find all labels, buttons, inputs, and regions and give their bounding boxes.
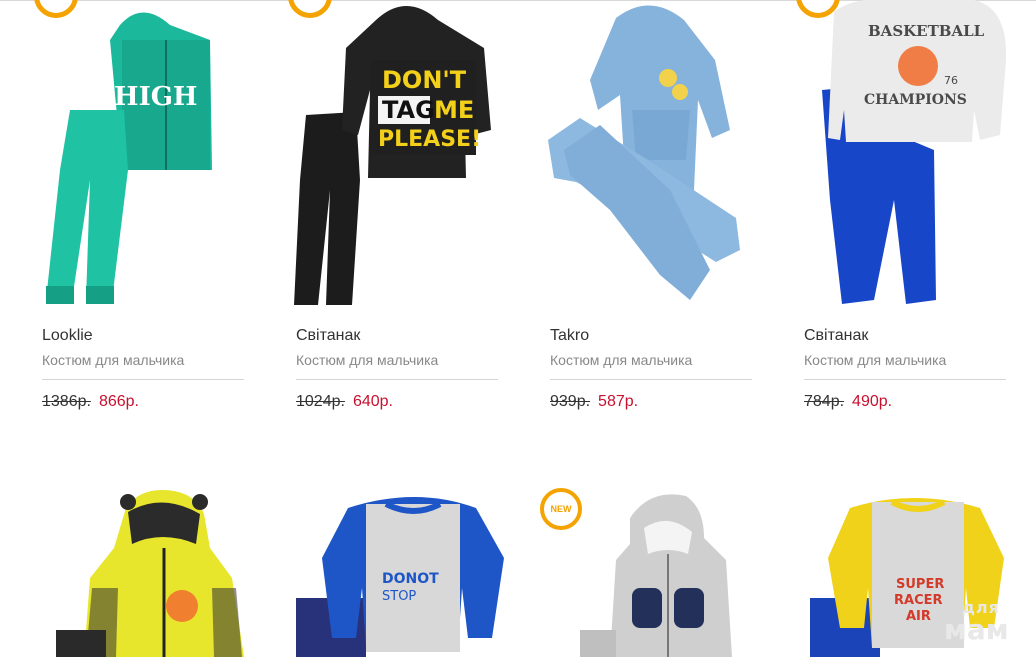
sale-price: 866р. <box>98 393 139 410</box>
product-description: Костюм для мальчика <box>296 352 439 368</box>
old-price: 1024р. <box>296 393 345 410</box>
divider <box>550 379 752 380</box>
product-image[interactable]: HIGH <box>32 0 262 310</box>
print-text: AIR <box>906 609 931 624</box>
print-text: CHAMPIONS <box>864 92 967 108</box>
product-image[interactable] <box>540 488 770 657</box>
print-text: HIGH <box>114 82 198 112</box>
product-image[interactable] <box>32 488 262 657</box>
product-description: Костюм для мальчика <box>550 352 693 368</box>
old-price: 784р. <box>804 393 845 410</box>
print-text: ME <box>434 96 474 124</box>
product-image[interactable] <box>540 0 770 310</box>
divider <box>804 379 1006 380</box>
product-brand[interactable]: Світанак <box>296 327 360 345</box>
print-text: DONOT <box>382 571 439 587</box>
divider <box>42 379 244 380</box>
print-text: RACER <box>894 593 943 608</box>
product-image[interactable]: DONOT STOP <box>286 488 516 657</box>
print-text: 76 <box>944 74 958 87</box>
watermark-logo: для мам <box>944 600 1009 644</box>
watermark-line2: мам <box>944 613 1009 646</box>
product-image[interactable]: BASKETBALL 76 CHAMPIONS <box>794 0 1024 310</box>
print-text: DON'T <box>382 66 467 94</box>
print-text: STOP <box>382 589 416 604</box>
price-block: 939р. 587р. <box>550 393 638 411</box>
divider <box>296 379 498 380</box>
product-description: Костюм для мальчика <box>804 352 947 368</box>
product-image[interactable]: DON'T TAG ME PLEASE! <box>286 0 516 310</box>
sale-price: 640р. <box>352 393 393 410</box>
old-price: 1386р. <box>42 393 91 410</box>
price-block: 784р. 490р. <box>804 393 892 411</box>
old-price: 939р. <box>550 393 591 410</box>
product-brand[interactable]: Looklie <box>42 327 93 345</box>
print-text: BASKETBALL <box>868 22 985 40</box>
price-block: 1024р. 640р. <box>296 393 393 411</box>
price-block: 1386р. 866р. <box>42 393 139 411</box>
print-text: PLEASE! <box>378 127 481 152</box>
product-description: Костюм для мальчика <box>42 352 185 368</box>
product-brand[interactable]: Takro <box>550 327 589 345</box>
print-text: TAG <box>382 96 435 124</box>
sale-price: 490р. <box>852 393 893 410</box>
print-text: SUPER <box>896 577 944 592</box>
sale-price: 587р. <box>598 393 639 410</box>
product-brand[interactable]: Світанак <box>804 327 868 345</box>
